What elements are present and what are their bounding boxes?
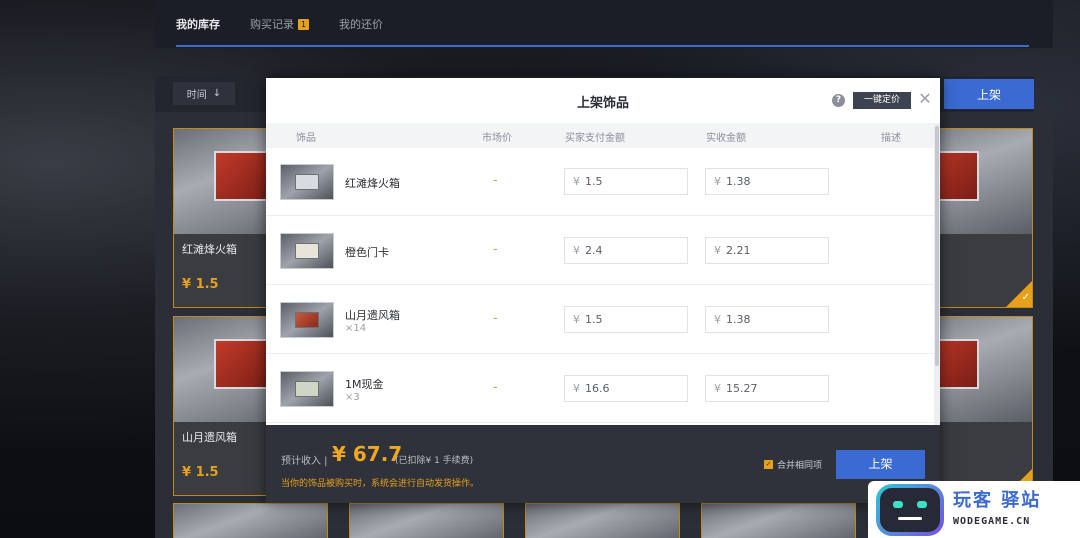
receive-amount-input[interactable]: ¥2.21 <box>705 237 829 264</box>
active-tab-underline <box>176 45 1029 47</box>
inventory-tabs: 我的库存 购买记录 1 我的还价 <box>176 16 383 32</box>
close-icon[interactable]: ✕ <box>918 89 932 109</box>
merge-same-items-checkbox[interactable]: ✓ <box>764 460 773 469</box>
list-items-modal: 上架饰品 ? 一键定价 ✕ 饰品 市场价 买家支付金额 实收金额 描述 红滩烽火… <box>266 78 940 503</box>
table-row: 橙色门卡 - ¥2.4 ¥2.21 <box>266 217 934 285</box>
watermark: 玩客 驿站 WODEGAME.CN <box>868 481 1080 538</box>
item-name: 山月遗风箱 <box>345 309 400 322</box>
market-price: - <box>493 242 498 257</box>
watermark-title: 玩客 驿站 <box>953 490 1042 511</box>
selected-check-icon: ✓ <box>1006 281 1032 307</box>
buyer-pay-input[interactable]: ¥2.4 <box>564 237 688 264</box>
fee-note: (已扣除¥ 1 手续费) <box>395 456 474 466</box>
column-item: 饰品 <box>296 133 316 144</box>
watermark-url: WODEGAME.CN <box>953 516 1031 527</box>
table-row: 1M现金 ×3 - ¥16.6 ¥15.27 <box>266 355 934 423</box>
item-thumbnail <box>280 164 334 200</box>
market-price: - <box>493 380 498 395</box>
market-price: - <box>493 173 498 188</box>
table-header: 饰品 市场价 买家支付金额 实收金额 描述 <box>266 123 940 148</box>
one-click-pricing-button[interactable]: 一键定价 <box>853 92 911 109</box>
column-buyer-pay: 买家支付金额 <box>565 133 625 144</box>
buyer-pay-input[interactable]: ¥16.6 <box>564 375 688 402</box>
item-thumbnail <box>280 371 334 407</box>
receive-amount-input[interactable]: ¥1.38 <box>705 168 829 195</box>
item-name: 橙色门卡 <box>345 246 389 259</box>
table-row: 红滩烽火箱 - ¥1.5 ¥1.38 <box>266 148 934 216</box>
tab-purchase-history[interactable]: 购买记录 1 <box>250 16 309 32</box>
scrollbar-thumb[interactable] <box>935 126 939 366</box>
buyer-pay-input[interactable]: ¥1.5 <box>564 168 688 195</box>
column-receive-amount: 实收金额 <box>706 133 746 144</box>
notification-badge: 1 <box>298 18 309 30</box>
inventory-card[interactable] <box>173 503 328 538</box>
income-value: ¥ 67.7 <box>332 442 403 466</box>
column-market-price: 市场价 <box>482 133 512 144</box>
item-thumbnail <box>280 233 334 269</box>
list-for-sale-button[interactable]: 上架 <box>944 79 1034 109</box>
item-name: 1M现金 <box>345 378 384 391</box>
receive-amount-input[interactable]: ¥1.38 <box>705 306 829 333</box>
market-price: - <box>493 311 498 326</box>
tab-my-inventory[interactable]: 我的库存 <box>176 16 220 32</box>
robot-logo-icon <box>876 484 944 536</box>
inventory-card[interactable] <box>349 503 504 538</box>
receive-amount-input[interactable]: ¥15.27 <box>705 375 829 402</box>
submit-listing-button[interactable]: 上架 <box>836 450 925 479</box>
tab-my-counter-offers[interactable]: 我的还价 <box>339 16 383 32</box>
modal-footer: 预计收入 | ¥ 67.7 (已扣除¥ 1 手续费) 当你的饰品被购买时，系统会… <box>266 425 940 503</box>
buyer-pay-input[interactable]: ¥1.5 <box>564 306 688 333</box>
item-name: 红滩烽火箱 <box>345 177 400 190</box>
inventory-card[interactable] <box>701 503 856 538</box>
modal-header: 上架饰品 ? 一键定价 ✕ <box>266 78 940 123</box>
inventory-card[interactable] <box>525 503 680 538</box>
help-icon[interactable]: ? <box>832 94 845 107</box>
income-label: 预计收入 | <box>281 456 328 467</box>
item-quantity: ×3 <box>345 392 360 403</box>
column-description: 描述 <box>881 133 901 144</box>
auto-delivery-notice: 当你的饰品被购买时，系统会进行自动发货操作。 <box>281 479 480 489</box>
merge-same-items-label[interactable]: 合并相同项 <box>777 458 822 471</box>
sort-by-time-button[interactable]: 时间 ↓ <box>173 82 235 105</box>
item-thumbnail <box>280 302 334 338</box>
table-row: 山月遗风箱 ×14 - ¥1.5 ¥1.38 <box>266 286 934 354</box>
arrow-down-icon: ↓ <box>212 88 222 99</box>
item-quantity: ×14 <box>345 323 367 334</box>
